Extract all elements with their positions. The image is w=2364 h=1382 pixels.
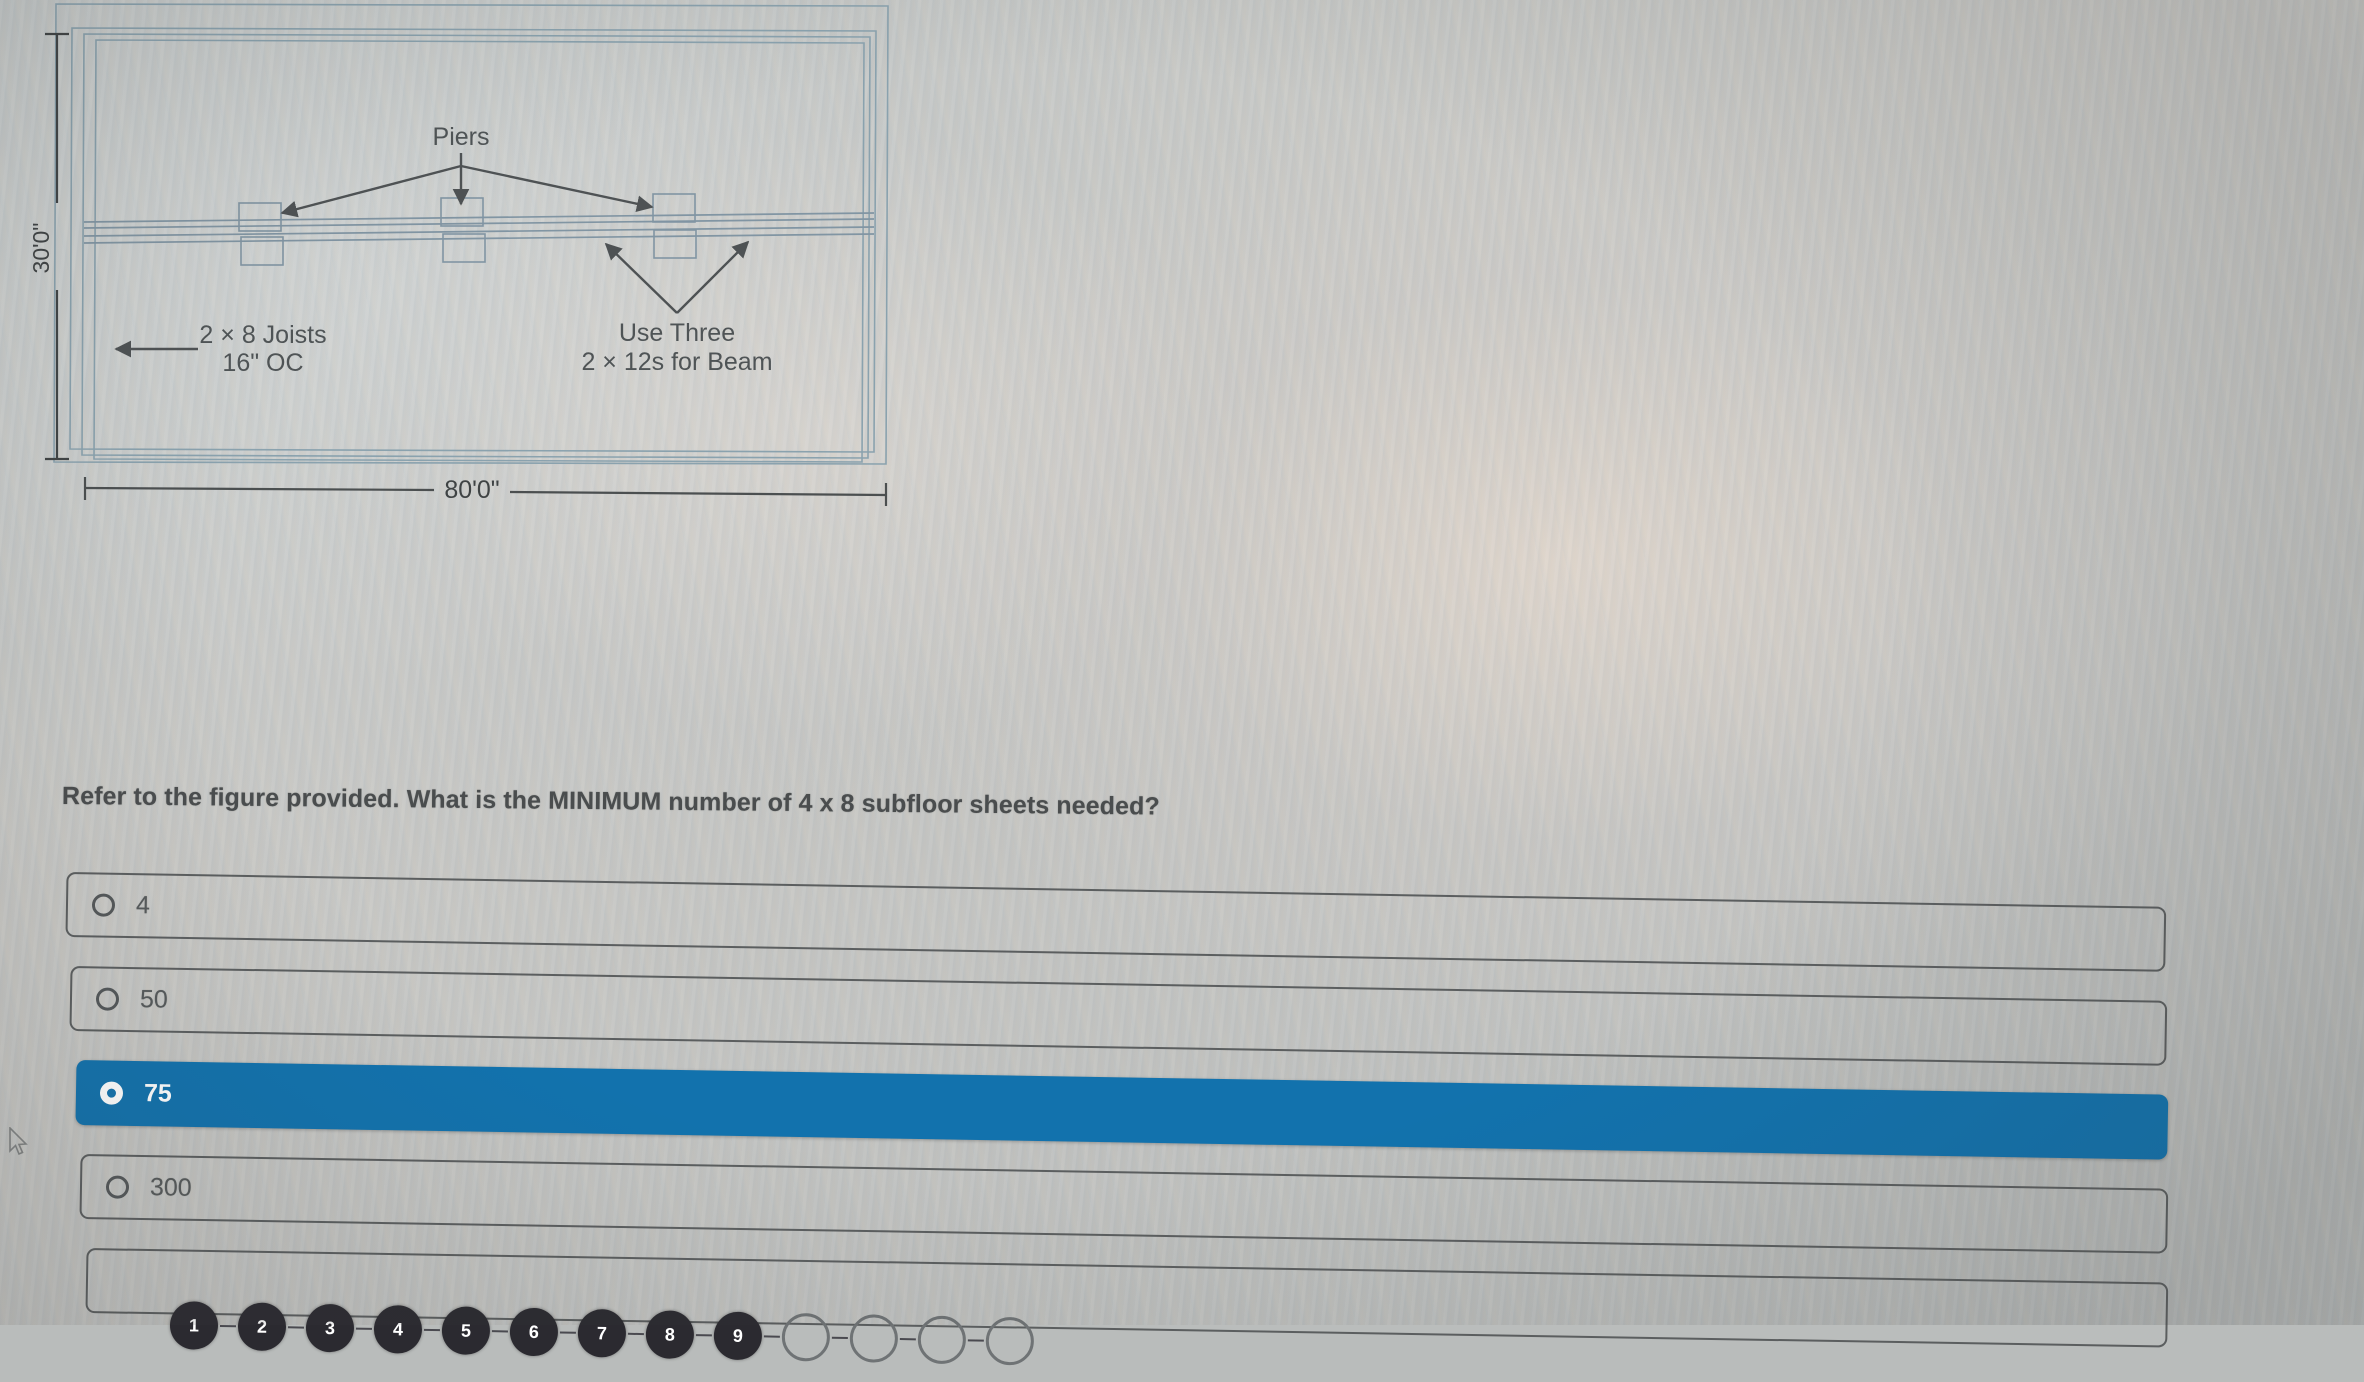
radio-button-unselected[interactable] [105,1175,130,1199]
answer-option-label: 50 [139,985,169,1014]
answer-options-list: 4 50 75 300 [0,0,2364,1348]
question-nav-item[interactable]: 1 [169,1301,219,1350]
nav-connector [627,1332,644,1336]
question-nav-item[interactable]: 4 [373,1304,423,1354]
nav-connector [423,1328,440,1332]
question-nav-item-unanswered[interactable] [985,1316,1035,1366]
question-nav-item[interactable]: 8 [645,1310,695,1360]
answer-option-2[interactable]: 50 [69,966,2168,1066]
question-nav-item[interactable]: 6 [509,1307,559,1357]
nav-connector [219,1324,237,1328]
nav-connector [355,1327,372,1330]
question-nav-item[interactable]: 3 [305,1303,355,1353]
nav-connector [695,1334,712,1337]
question-navigation-bar[interactable]: 1 2 3 4 5 6 7 8 9 [169,1285,1036,1382]
nav-connector [967,1339,984,1342]
nav-connector [763,1335,780,1338]
answer-option-label: 300 [149,1173,192,1202]
nav-connector [287,1326,304,1329]
question-nav-item[interactable]: 7 [577,1308,627,1358]
nav-connector [559,1331,576,1334]
answer-option-3-selected[interactable]: 75 [75,1060,2169,1160]
question-nav-item[interactable]: 5 [441,1306,491,1356]
question-nav-item[interactable]: 9 [713,1311,763,1361]
nav-connector [899,1338,916,1341]
nav-connector [831,1336,848,1340]
question-nav-item[interactable]: 2 [237,1302,287,1352]
radio-button-unselected[interactable] [91,893,116,917]
answer-option-1[interactable]: 4 [65,872,2167,972]
answer-option-label: 75 [143,1079,173,1108]
question-nav-item-unanswered[interactable] [781,1312,831,1362]
radio-button-unselected[interactable] [95,987,120,1011]
question-nav-item-unanswered[interactable] [849,1314,899,1363]
answer-option-label: 4 [135,891,151,920]
radio-button-selected[interactable] [99,1081,124,1105]
answer-option-4[interactable]: 300 [79,1154,2169,1254]
question-nav-item-unanswered[interactable] [917,1315,967,1365]
nav-connector [491,1330,508,1333]
